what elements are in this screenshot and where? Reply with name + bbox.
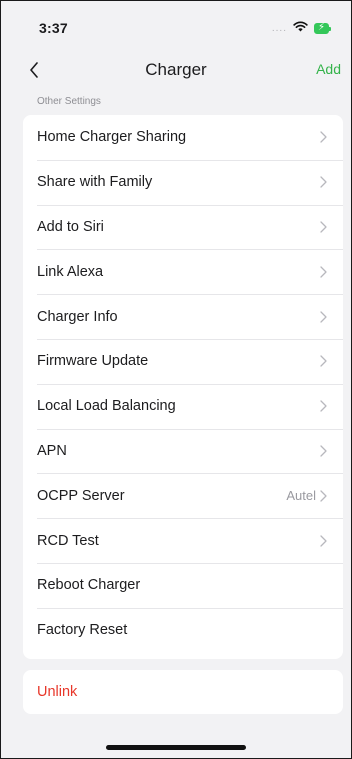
- settings-row-apn[interactable]: APN: [23, 428, 343, 474]
- chevron-right-icon: [320, 399, 329, 413]
- settings-row-firmware-update[interactable]: Firmware Update: [23, 338, 343, 384]
- chevron-right-icon: [320, 175, 329, 189]
- settings-row-local-load-balancing[interactable]: Local Load Balancing: [23, 383, 343, 429]
- row-label: Share with Family: [37, 174, 153, 191]
- wifi-icon: [293, 19, 308, 37]
- row-label: Add to Siri: [37, 218, 104, 235]
- battery-charging-icon: ⚡: [314, 22, 331, 34]
- chevron-right-icon: [320, 310, 329, 324]
- settings-row-charger-info[interactable]: Charger Info: [23, 294, 343, 339]
- chevron-right-icon: [320, 220, 329, 234]
- row-label: Link Alexa: [37, 263, 104, 280]
- navigation-bar: Charger Add: [1, 55, 351, 85]
- settings-row-reboot-charger[interactable]: Reboot Charger: [23, 562, 343, 608]
- unlink-button[interactable]: Unlink: [23, 670, 343, 714]
- unlink-label: Unlink: [37, 684, 78, 700]
- phone-screen: 3:37 .... ⚡ Charger Add Other Settings H…: [0, 0, 352, 759]
- settings-list: Home Charger Sharing Share with Family A…: [23, 115, 343, 659]
- row-label: Local Load Balancing: [37, 398, 176, 415]
- settings-row-ocpp-server[interactable]: OCPP Server Autel: [23, 473, 343, 518]
- settings-row-rcd-test[interactable]: RCD Test: [23, 518, 343, 563]
- add-button[interactable]: Add: [316, 61, 341, 77]
- chevron-right-icon: [320, 444, 329, 458]
- signal-dots-icon: ....: [271, 22, 287, 34]
- row-label: OCPP Server: [37, 487, 125, 504]
- page-title: Charger: [145, 60, 207, 79]
- ocpp-server-value: Autel: [286, 488, 316, 504]
- chevron-right-icon: [320, 534, 329, 548]
- chevron-right-icon: [320, 130, 329, 144]
- row-label: Home Charger Sharing: [37, 129, 187, 146]
- status-icons: .... ⚡: [271, 19, 331, 37]
- row-label: APN: [37, 442, 67, 459]
- row-label: Factory Reset: [37, 622, 128, 639]
- settings-row-home-charger-sharing[interactable]: Home Charger Sharing: [23, 115, 343, 160]
- section-header: Other Settings: [37, 96, 101, 107]
- row-label: Charger Info: [37, 308, 118, 325]
- row-label: Firmware Update: [37, 353, 149, 370]
- unlink-card: Unlink: [23, 670, 343, 714]
- chevron-right-icon: [320, 354, 329, 368]
- row-label: Reboot Charger: [37, 577, 141, 594]
- chevron-left-icon[interactable]: [23, 59, 45, 81]
- chevron-right-icon: [320, 489, 329, 503]
- settings-row-add-to-siri[interactable]: Add to Siri: [23, 204, 343, 250]
- status-time: 3:37: [39, 20, 68, 36]
- status-bar: 3:37 .... ⚡: [1, 1, 351, 55]
- settings-row-factory-reset[interactable]: Factory Reset: [23, 607, 343, 653]
- settings-row-share-with-family[interactable]: Share with Family: [23, 159, 343, 205]
- chevron-right-icon: [320, 265, 329, 279]
- home-indicator[interactable]: [106, 745, 246, 750]
- settings-row-link-alexa[interactable]: Link Alexa: [23, 249, 343, 294]
- row-label: RCD Test: [37, 532, 99, 549]
